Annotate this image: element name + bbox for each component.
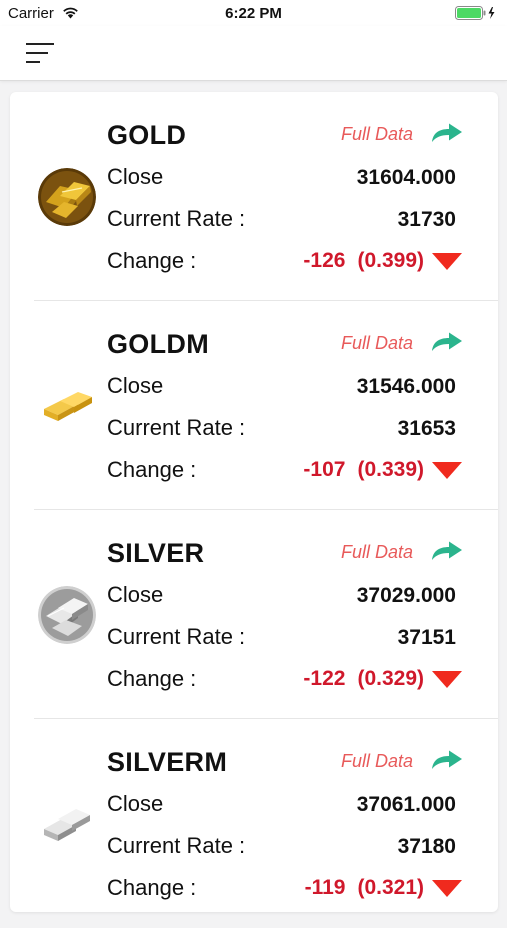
commodity-item-gold[interactable]: GOLD Full Data Close 31604.000 Current R…: [10, 92, 498, 301]
commodity-item-silver[interactable]: SILVER Full Data Close 37029.000 Current…: [10, 510, 498, 719]
change-value: -119: [304, 876, 346, 899]
current-rate-label: Current Rate :: [107, 415, 246, 440]
change-indicator: -119 (0.321): [305, 873, 462, 903]
change-percent: (0.329): [357, 667, 424, 690]
change-indicator: -107 (0.339): [303, 455, 462, 485]
change-value: -122: [303, 667, 346, 690]
down-triangle-icon: [432, 880, 462, 897]
down-triangle-icon: [432, 462, 462, 479]
current-rate-label: Current Rate :: [107, 624, 246, 649]
gold-bars-icon: [38, 168, 96, 226]
silver-mini-bars-icon: [38, 795, 96, 853]
close-label: Close: [107, 582, 164, 607]
full-data-label: Full Data: [341, 542, 414, 562]
commodity-item-silverm[interactable]: SILVERM Full Data Close 37061.000 Curren…: [10, 719, 498, 928]
full-data-label: Full Data: [341, 124, 414, 144]
full-data-link[interactable]: Full Data: [306, 116, 466, 150]
hamburger-menu-icon: [26, 43, 54, 63]
close-label: Close: [107, 791, 164, 816]
gold-mini-bars-icon: [38, 377, 96, 435]
close-value: 37029.000: [356, 584, 456, 607]
full-data-link[interactable]: Full Data: [306, 325, 466, 359]
close-label: Close: [107, 164, 164, 189]
full-data-link[interactable]: Full Data: [306, 743, 466, 777]
current-rate-label: Current Rate :: [107, 206, 246, 231]
change-value: -126: [303, 249, 346, 272]
current-rate-value: 37151: [397, 626, 456, 649]
commodity-list: GOLD Full Data Close 31604.000 Current R…: [10, 92, 498, 912]
commodity-name: GOLDM: [107, 329, 209, 359]
share-arrow-icon: [432, 123, 462, 142]
status-bar: Carrier 6:22 PM: [0, 0, 507, 26]
close-value: 31546.000: [356, 375, 456, 398]
commodity-name: SILVER: [107, 538, 205, 568]
silver-bars-icon: [38, 586, 96, 644]
close-label: Close: [107, 373, 164, 398]
current-rate-value: 37180: [397, 835, 456, 858]
menu-button[interactable]: [18, 38, 62, 68]
change-label: Change :: [107, 248, 197, 273]
full-data-label: Full Data: [341, 751, 414, 771]
change-label: Change :: [107, 666, 197, 691]
commodity-name: SILVERM: [107, 747, 228, 777]
current-rate-value: 31730: [397, 208, 456, 231]
full-data-link[interactable]: Full Data: [306, 534, 466, 568]
change-percent: (0.399): [357, 249, 424, 272]
commodity-item-goldm[interactable]: GOLDM Full Data Close 31546.000 Current …: [10, 301, 498, 510]
change-indicator: -126 (0.399): [303, 246, 462, 276]
share-arrow-icon: [432, 750, 462, 769]
battery-charging-icon: [455, 6, 495, 20]
share-arrow-icon: [432, 541, 462, 560]
full-data-label: Full Data: [341, 333, 414, 353]
down-triangle-icon: [432, 671, 462, 688]
change-label: Change :: [107, 457, 197, 482]
change-indicator: -122 (0.329): [303, 664, 462, 694]
share-arrow-icon: [432, 332, 462, 351]
change-label: Change :: [107, 875, 197, 900]
down-triangle-icon: [432, 253, 462, 270]
change-percent: (0.339): [357, 458, 424, 481]
close-value: 37061.000: [356, 793, 456, 816]
current-rate-label: Current Rate :: [107, 833, 246, 858]
close-value: 31604.000: [356, 166, 456, 189]
status-time: 6:22 PM: [225, 5, 282, 22]
change-value: -107: [303, 458, 346, 481]
change-percent: (0.321): [357, 876, 424, 899]
commodity-name: GOLD: [107, 120, 187, 150]
current-rate-value: 31653: [397, 417, 456, 440]
navigation-bar: [0, 26, 507, 81]
